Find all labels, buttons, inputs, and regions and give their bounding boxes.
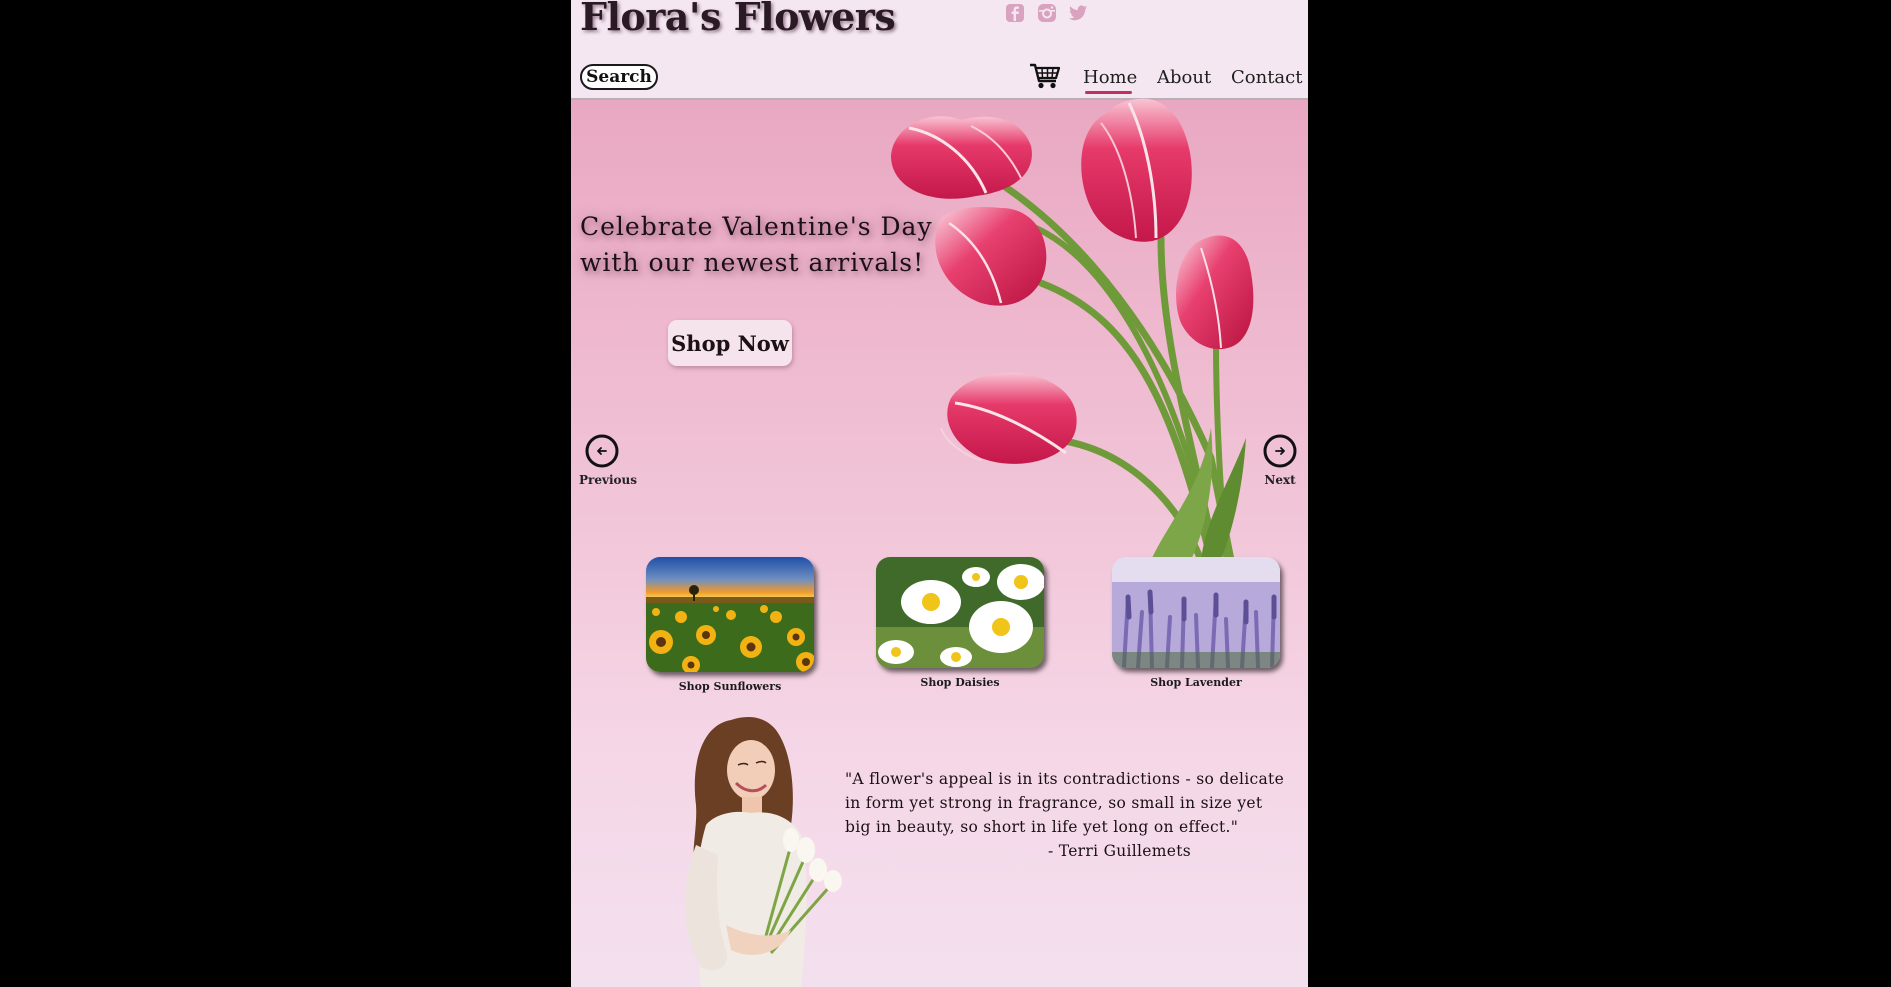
nav-about[interactable]: About [1157, 67, 1211, 88]
arrow-left-circle-icon[interactable] [585, 434, 619, 468]
hero-tulips-image [891, 98, 1254, 560]
shop-sunflowers-link[interactable]: Shop Sunflowers [646, 680, 814, 693]
carousel-next-button[interactable]: Next [1257, 434, 1303, 487]
active-nav-indicator [1085, 91, 1132, 94]
facebook-icon[interactable] [1005, 3, 1025, 23]
category-card-sunflowers[interactable]: Shop Sunflowers [646, 557, 814, 693]
lavender-thumbnail[interactable] [1112, 557, 1280, 668]
nav-home[interactable]: Home [1083, 67, 1137, 88]
shop-now-button[interactable]: Shop Now [668, 320, 792, 366]
hero-headline: Celebrate Valentine's Day with our newes… [580, 209, 960, 281]
woman-with-tulips-image [685, 717, 842, 987]
nav-contact[interactable]: Contact [1231, 67, 1302, 88]
hero-headline-line2: with our newest arrivals! [580, 248, 925, 277]
twitter-icon[interactable] [1068, 3, 1088, 23]
shop-lavender-link[interactable]: Shop Lavender [1112, 676, 1280, 689]
arrow-right-circle-icon[interactable] [1263, 434, 1297, 468]
shop-daisies-link[interactable]: Shop Daisies [876, 676, 1044, 689]
carousel-next-label: Next [1264, 473, 1296, 487]
search-button[interactable]: Search [580, 64, 658, 90]
site-title[interactable]: Flora's Flowers [580, 0, 896, 39]
site-header: Flora's Flowers Search Home About Contac… [571, 0, 1308, 100]
quote-text: "A flower's appeal is in its contradicti… [845, 770, 1285, 836]
sunflowers-thumbnail[interactable] [646, 557, 814, 672]
page: Flora's Flowers Search Home About Contac… [571, 0, 1308, 987]
carousel-previous-label: Previous [579, 473, 637, 487]
category-card-daisies[interactable]: Shop Daisies [876, 557, 1044, 689]
carousel-previous-button[interactable]: Previous [579, 434, 637, 487]
category-card-lavender[interactable]: Shop Lavender [1112, 557, 1280, 689]
shopping-cart-icon[interactable] [1029, 62, 1061, 90]
hero-headline-line1: Celebrate Valentine's Day [580, 212, 933, 241]
instagram-icon[interactable] [1037, 3, 1057, 23]
quote-author: - Terri Guillemets [1048, 842, 1192, 860]
daisies-thumbnail[interactable] [876, 557, 1044, 668]
